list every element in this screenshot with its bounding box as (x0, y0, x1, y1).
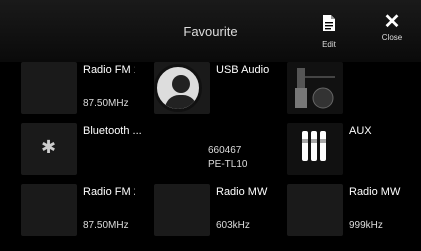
aux-cable-icon (287, 123, 343, 175)
edit-button[interactable]: Edit (311, 14, 347, 49)
favourite-tile-radio-mw-2[interactable]: Radio MW 999kHz (269, 184, 402, 242)
tile-device-name: PE-TL10 (208, 159, 248, 170)
tile-frequency: 87.50MHz (83, 98, 129, 109)
favourite-tile-bluetooth[interactable]: ✱ Bluetooth ... (3, 123, 142, 181)
tile-frequency: 87.50MHz (83, 220, 129, 231)
tile-name: Radio MW (349, 186, 401, 198)
favourite-tile-radio-fm2[interactable]: Radio FM 2 87.50MHz (3, 184, 136, 242)
favourite-tile-usb-device[interactable] (269, 62, 402, 120)
tile-name: Radio FM 2 (83, 186, 135, 198)
close-icon: ✕ (383, 11, 401, 33)
close-label: Close (381, 33, 403, 42)
tile-frequency: 999kHz (349, 220, 383, 231)
tile-name: Radio FM 1 (83, 64, 135, 76)
radio-wave-thumbnail (154, 184, 210, 236)
usb-device-thumbnail (287, 62, 343, 114)
header-bar: Favourite Edit ✕ Close (0, 0, 421, 62)
favourite-tile-radio-fm1[interactable]: Radio FM 1 87.50MHz (3, 62, 136, 120)
tile-frequency: 603kHz (216, 220, 250, 231)
tile-name: Radio MW (216, 186, 268, 198)
tile-name: USB Audio (216, 64, 270, 76)
radio-wave-thumbnail (287, 184, 343, 236)
tile-number: 660467 (208, 145, 242, 156)
favourite-tile-radio-mw-1[interactable]: Radio MW 603kHz (136, 184, 269, 242)
radio-wave-thumbnail (21, 184, 77, 236)
edit-label: Edit (322, 40, 336, 49)
person-icon (154, 64, 202, 112)
favourites-grid: Radio FM 1 87.50MHz ♫ USB Audio ✱ Blueto… (0, 62, 421, 244)
tile-name: AUX (349, 125, 372, 137)
close-button[interactable]: ✕ Close (374, 11, 410, 42)
document-icon (323, 15, 335, 31)
bluetooth-icon: ✱ (21, 123, 77, 175)
page-indicator[interactable] (0, 243, 421, 251)
radio-wave-thumbnail (21, 62, 77, 114)
favourite-tile-contact[interactable]: 660467 PE-TL10 (136, 123, 269, 181)
favourite-tile-aux[interactable]: AUX (269, 123, 402, 181)
page-title: Favourite (183, 24, 238, 39)
